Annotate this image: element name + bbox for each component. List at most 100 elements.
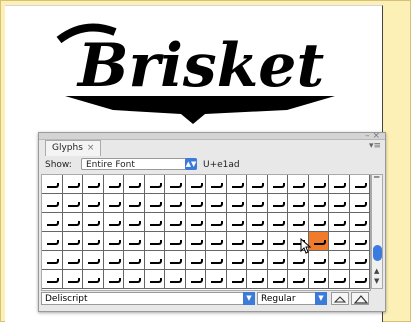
glyph-cell[interactable] bbox=[206, 175, 227, 194]
scroll-down-icon[interactable]: ▼ bbox=[374, 277, 379, 285]
scroll-top-icon[interactable]: ▔ bbox=[374, 177, 379, 185]
font-family-select[interactable]: Deliscript ▼ bbox=[41, 292, 255, 305]
glyph-cell[interactable] bbox=[165, 194, 186, 213]
glyph-cell[interactable] bbox=[308, 213, 329, 232]
glyph-cell[interactable] bbox=[185, 194, 206, 213]
glyph-cell[interactable] bbox=[42, 175, 63, 194]
glyph-cell[interactable] bbox=[349, 194, 370, 213]
glyph-cell[interactable] bbox=[226, 270, 247, 289]
glyph-cell[interactable] bbox=[206, 232, 227, 251]
dropdown-arrow-icon[interactable]: ▼ bbox=[315, 292, 327, 305]
glyph-cell[interactable] bbox=[226, 213, 247, 232]
panel-titlebar[interactable] bbox=[39, 133, 385, 140]
glyph-cell[interactable] bbox=[124, 194, 145, 213]
glyph-cell[interactable] bbox=[349, 175, 370, 194]
glyph-cell[interactable] bbox=[124, 213, 145, 232]
glyph-cell[interactable] bbox=[62, 270, 83, 289]
glyph-cell[interactable] bbox=[226, 194, 247, 213]
glyph-cell[interactable] bbox=[226, 251, 247, 270]
glyph-cell[interactable] bbox=[165, 213, 186, 232]
glyph-cell[interactable] bbox=[329, 194, 350, 213]
glyph-cell[interactable] bbox=[62, 213, 83, 232]
glyph-cell[interactable] bbox=[83, 251, 104, 270]
glyph-cell[interactable] bbox=[185, 232, 206, 251]
glyph-grid[interactable] bbox=[41, 174, 371, 291]
glyph-cell[interactable] bbox=[206, 194, 227, 213]
glyph-cell[interactable] bbox=[62, 194, 83, 213]
glyph-cell[interactable] bbox=[83, 175, 104, 194]
glyph-cell[interactable] bbox=[206, 213, 227, 232]
glyph-cell[interactable] bbox=[165, 175, 186, 194]
glyph-cell[interactable] bbox=[247, 213, 268, 232]
show-select[interactable]: Entire Font ▲▼ bbox=[81, 158, 197, 170]
glyph-cell[interactable] bbox=[144, 175, 165, 194]
close-icon[interactable]: × bbox=[87, 143, 95, 153]
glyph-cell[interactable] bbox=[308, 270, 329, 289]
glyph-cell[interactable] bbox=[349, 251, 370, 270]
glyph-cell[interactable] bbox=[124, 175, 145, 194]
glyph-cell[interactable] bbox=[165, 251, 186, 270]
glyph-cell[interactable] bbox=[267, 175, 288, 194]
glyph-cell[interactable] bbox=[42, 251, 63, 270]
glyph-cell[interactable] bbox=[103, 175, 124, 194]
vertical-scrollbar[interactable]: ▔ ▲ ▼ bbox=[371, 174, 383, 289]
glyph-cell[interactable] bbox=[103, 251, 124, 270]
glyph-cell[interactable] bbox=[329, 251, 350, 270]
glyph-cell[interactable] bbox=[124, 270, 145, 289]
glyph-cell[interactable] bbox=[226, 175, 247, 194]
dropdown-arrow-icon[interactable]: ▼ bbox=[243, 292, 255, 305]
glyph-cell[interactable] bbox=[247, 175, 268, 194]
glyph-cell[interactable] bbox=[144, 232, 165, 251]
glyph-cell[interactable] bbox=[329, 270, 350, 289]
glyph-cell[interactable] bbox=[103, 194, 124, 213]
glyph-cell[interactable] bbox=[247, 194, 268, 213]
glyph-cell[interactable] bbox=[267, 251, 288, 270]
glyph-cell[interactable] bbox=[144, 194, 165, 213]
glyph-cell[interactable] bbox=[308, 175, 329, 194]
glyph-cell[interactable] bbox=[124, 251, 145, 270]
glyph-cell[interactable] bbox=[62, 232, 83, 251]
glyph-cell[interactable] bbox=[288, 175, 309, 194]
zoom-in-button[interactable] bbox=[351, 292, 369, 305]
glyph-cell[interactable] bbox=[83, 194, 104, 213]
glyph-cell[interactable] bbox=[206, 270, 227, 289]
glyph-cell[interactable] bbox=[329, 213, 350, 232]
glyph-cell[interactable] bbox=[83, 213, 104, 232]
glyph-cell[interactable] bbox=[165, 232, 186, 251]
glyph-cell[interactable] bbox=[42, 213, 63, 232]
glyph-cell[interactable] bbox=[144, 251, 165, 270]
glyph-cell[interactable] bbox=[267, 194, 288, 213]
scroll-thumb[interactable] bbox=[373, 245, 382, 261]
glyph-cell[interactable] bbox=[349, 213, 370, 232]
tab-glyphs[interactable]: Glyphs × bbox=[45, 140, 102, 156]
glyph-cell[interactable] bbox=[165, 270, 186, 289]
glyph-cell[interactable] bbox=[185, 270, 206, 289]
glyph-cell[interactable] bbox=[62, 251, 83, 270]
glyph-cell[interactable] bbox=[349, 232, 370, 251]
glyph-cell[interactable] bbox=[308, 194, 329, 213]
dropdown-arrow-icon[interactable]: ▲▼ bbox=[185, 158, 197, 170]
glyph-cell[interactable] bbox=[144, 213, 165, 232]
glyph-cell[interactable] bbox=[329, 175, 350, 194]
glyph-cell[interactable] bbox=[288, 270, 309, 289]
glyph-cell[interactable] bbox=[226, 232, 247, 251]
glyph-cell[interactable] bbox=[185, 175, 206, 194]
glyph-cell[interactable] bbox=[267, 270, 288, 289]
glyph-cell[interactable] bbox=[42, 232, 63, 251]
zoom-out-button[interactable] bbox=[331, 292, 349, 305]
glyph-cell[interactable] bbox=[103, 270, 124, 289]
scroll-up-icon[interactable]: ▲ bbox=[374, 267, 379, 275]
glyph-cell[interactable] bbox=[42, 270, 63, 289]
glyph-cell[interactable] bbox=[288, 213, 309, 232]
glyph-cell[interactable] bbox=[83, 270, 104, 289]
glyph-cell[interactable] bbox=[247, 232, 268, 251]
glyph-cell[interactable] bbox=[267, 232, 288, 251]
glyph-cell[interactable] bbox=[267, 213, 288, 232]
glyph-cell[interactable] bbox=[103, 232, 124, 251]
glyph-cell[interactable] bbox=[103, 213, 124, 232]
glyph-cell[interactable] bbox=[62, 175, 83, 194]
font-style-select[interactable]: Regular ▼ bbox=[257, 292, 327, 305]
glyph-cell[interactable] bbox=[329, 232, 350, 251]
glyph-cell[interactable] bbox=[288, 194, 309, 213]
glyph-cell[interactable] bbox=[247, 270, 268, 289]
